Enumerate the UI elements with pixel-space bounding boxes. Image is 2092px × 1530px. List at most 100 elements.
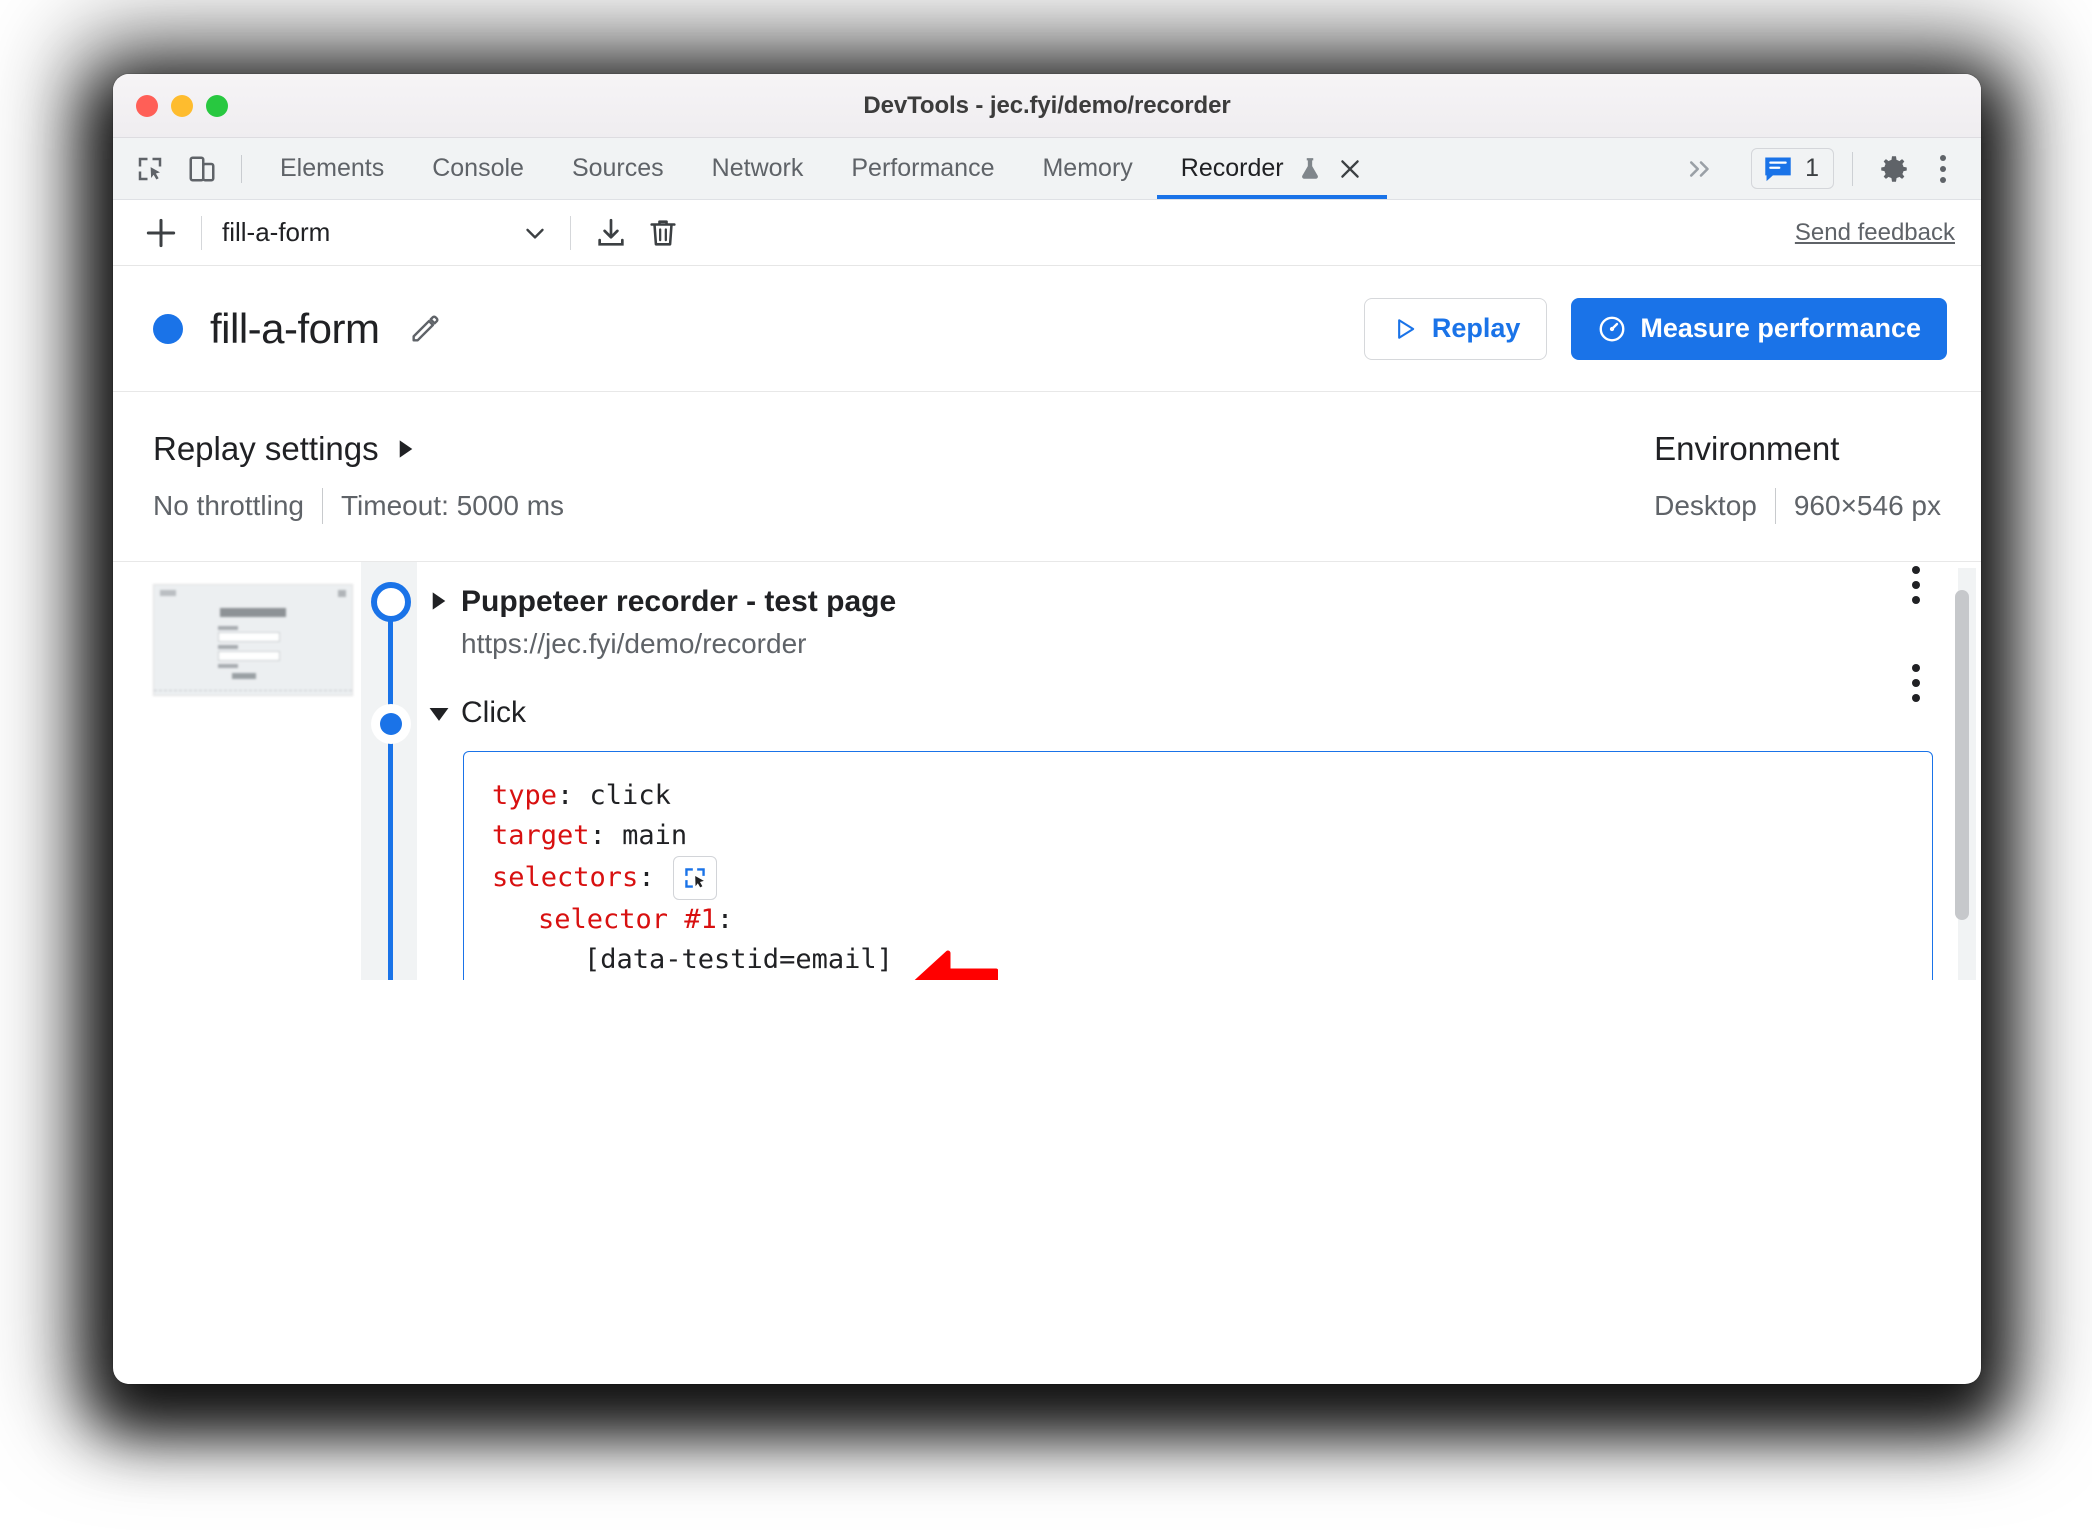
tab-network-label: Network: [711, 154, 804, 182]
code-sep-selectors: :: [638, 862, 655, 894]
replay-settings-values: No throttling Timeout: 5000 ms: [153, 487, 564, 524]
tab-sources[interactable]: Sources: [548, 138, 688, 199]
toolbar-divider-2: [570, 215, 571, 250]
tab-console[interactable]: Console: [408, 138, 548, 199]
screenshot-column: [113, 562, 361, 980]
steps-scrollbar-track[interactable]: [1955, 568, 1976, 980]
recording-header: fill-a-form Replay Measure performance: [113, 266, 1981, 392]
devtools-tabs: Elements Console Sources Network Perform…: [256, 138, 1387, 199]
tab-recorder[interactable]: Recorder: [1156, 138, 1387, 199]
recorder-toolbar: fill-a-form Send feedback: [113, 200, 1981, 266]
trash-icon: [650, 219, 676, 246]
devtools-window: DevTools - jec.fyi/demo/recorder Element…: [113, 74, 1981, 1384]
recording-selector[interactable]: fill-a-form: [216, 217, 556, 248]
select-element-picker-button[interactable]: [672, 856, 717, 901]
tab-network[interactable]: Network: [688, 138, 828, 199]
edit-title-button[interactable]: [402, 306, 448, 352]
step-screenshot-thumbnail[interactable]: [153, 584, 353, 696]
settings-button[interactable]: [1871, 146, 1917, 192]
code-key-type: type: [492, 780, 558, 812]
code-key-target: target: [492, 820, 590, 852]
code-key-selectors: selectors: [492, 862, 639, 894]
tab-performance[interactable]: Performance: [827, 138, 1018, 199]
timeline-line: [388, 602, 393, 980]
triangle-right-icon: [432, 592, 446, 610]
issues-count: 1: [1805, 154, 1819, 182]
replay-settings-block: Replay settings No throttling Timeout: 5…: [153, 392, 564, 561]
send-feedback-link[interactable]: Send feedback: [1795, 219, 1965, 247]
recording-selector-value: fill-a-form: [222, 217, 331, 247]
start-ring-marker: [371, 582, 411, 622]
replay-button-label: Replay: [1431, 313, 1521, 343]
tab-memory[interactable]: Memory: [1018, 138, 1156, 199]
chevron-down-icon: [520, 218, 550, 248]
tab-performance-label: Performance: [851, 154, 995, 182]
triangle-down-icon: [429, 708, 449, 722]
export-recording-button[interactable]: [585, 207, 637, 259]
delete-recording-button[interactable]: [637, 207, 689, 259]
environment-values: Desktop 960×546 px: [1654, 487, 1941, 524]
pencil-icon: [411, 314, 439, 342]
click-step-body: Click: [461, 696, 1955, 729]
code-value-target: main: [622, 820, 688, 852]
code-key-selector-1: selector #1: [538, 904, 717, 936]
kebab-menu-icon: [1940, 154, 1946, 161]
plus-icon: [146, 218, 176, 247]
click-step-menu-button[interactable]: [1895, 662, 1937, 704]
issues-button[interactable]: 1: [1751, 148, 1834, 189]
code-line-selectors[interactable]: selectors:: [492, 856, 1904, 901]
steps-content: Puppeteer recorder - test page https://j…: [417, 562, 1955, 980]
red-left-arrow-annotation: [912, 950, 999, 980]
tab-console-label: Console: [432, 154, 524, 182]
more-tabs-button[interactable]: [1663, 156, 1739, 182]
code-sep-target: :: [589, 820, 623, 852]
window-title: DevTools - jec.fyi/demo/recorder: [863, 91, 1231, 119]
gear-icon: [1881, 155, 1907, 182]
tab-sources-label: Sources: [571, 154, 664, 182]
gauge-icon: [1599, 316, 1625, 341]
play-triangle-icon: [1397, 318, 1415, 339]
tab-elements[interactable]: Elements: [256, 138, 408, 199]
start-step-menu-button[interactable]: [1895, 564, 1937, 606]
step-navigate-start[interactable]: Puppeteer recorder - test page https://j…: [417, 562, 1955, 660]
start-step-body: Puppeteer recorder - test page https://j…: [461, 584, 1955, 660]
tabbar-right-divider: [1852, 151, 1853, 186]
element-picker-icon: [684, 868, 705, 889]
inspect-element-icon: [138, 157, 162, 180]
code-line-target[interactable]: target: main: [492, 816, 1904, 856]
flask-icon: [1297, 156, 1323, 182]
replay-settings-toggle[interactable]: Replay settings: [153, 430, 564, 468]
measure-performance-label: Measure performance: [1640, 313, 1921, 343]
code-line-selector-1-value[interactable]: [data-testid=email]: [492, 940, 1904, 980]
collapse-click-step-button[interactable]: [417, 696, 461, 726]
start-step-title: Puppeteer recorder - test page: [461, 585, 897, 618]
code-line-type[interactable]: type: click: [492, 776, 1904, 816]
recording-title: fill-a-form: [210, 304, 380, 352]
triangle-right-icon: [399, 439, 412, 458]
tabbar-divider: [241, 154, 242, 183]
code-line-selector-1[interactable]: selector #1:: [492, 900, 1904, 940]
device-toolbar-button[interactable]: [179, 146, 225, 192]
expand-start-step-button[interactable]: [417, 584, 461, 612]
step-click[interactable]: Click: [417, 660, 1955, 729]
record-status-dot: [153, 313, 183, 344]
create-recording-button[interactable]: [135, 207, 187, 259]
selector-1-value: [data-testid=email]: [584, 944, 893, 976]
code-value-type: click: [589, 780, 671, 812]
screenshot-root: DevTools - jec.fyi/demo/recorder Element…: [0, 0, 2092, 1530]
environment-heading: Environment: [1654, 429, 1840, 467]
steps-timeline-gutter: [361, 562, 417, 980]
recording-header-actions: Replay Measure performance: [1363, 297, 1947, 360]
device-toolbar-icon: [189, 156, 215, 181]
close-recorder-tab-button[interactable]: [1337, 156, 1363, 182]
device-value: Desktop: [1654, 489, 1757, 521]
measure-performance-button[interactable]: Measure performance: [1571, 297, 1947, 360]
steps-scrollbar-thumb[interactable]: [1955, 590, 1969, 920]
issues-message-icon: [1765, 157, 1791, 181]
devtools-main-menu-button[interactable]: [1921, 147, 1965, 191]
settings-row: Replay settings No throttling Timeout: 5…: [113, 392, 1981, 562]
viewport-value: 960×546 px: [1793, 489, 1941, 521]
chevron-double-right-icon: [1690, 160, 1709, 177]
replay-button[interactable]: Replay: [1363, 297, 1548, 360]
inspect-element-button[interactable]: [127, 146, 173, 192]
